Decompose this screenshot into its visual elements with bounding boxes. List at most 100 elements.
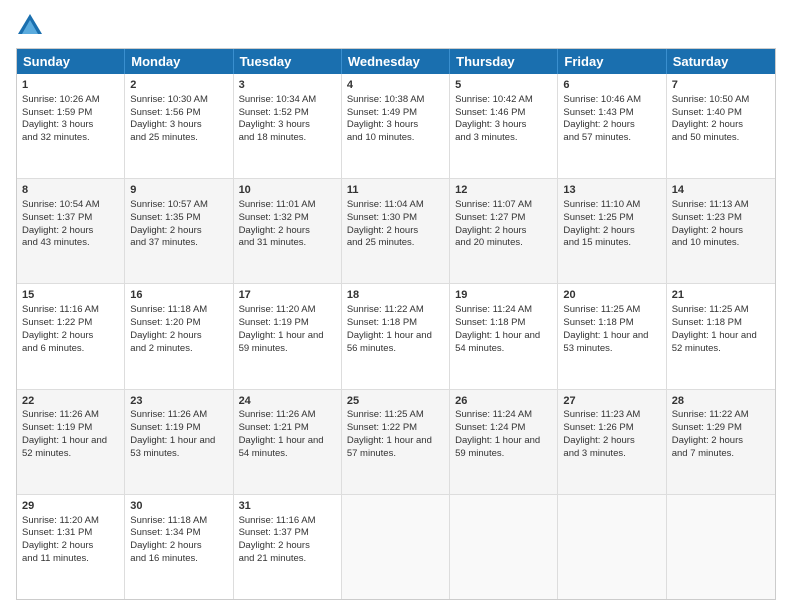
day-info-line: Daylight: 3 hours bbox=[22, 119, 119, 132]
day-info-line: Sunrise: 11:23 AM bbox=[563, 409, 660, 422]
cal-header-saturday: Saturday bbox=[667, 49, 775, 74]
day-info-line: Sunrise: 11:01 AM bbox=[239, 199, 336, 212]
day-info-line: Sunset: 1:52 PM bbox=[239, 107, 336, 120]
day-info-line: Sunset: 1:37 PM bbox=[239, 527, 336, 540]
day-info-line: Sunset: 1:49 PM bbox=[347, 107, 444, 120]
day-info-line: Sunset: 1:22 PM bbox=[22, 317, 119, 330]
cal-cell: 10Sunrise: 11:01 AMSunset: 1:32 PMDaylig… bbox=[234, 179, 342, 283]
day-info-line: 56 minutes. bbox=[347, 343, 444, 356]
day-info-line: Sunset: 1:19 PM bbox=[130, 422, 227, 435]
cal-cell: 15Sunrise: 11:16 AMSunset: 1:22 PMDaylig… bbox=[17, 284, 125, 388]
day-number: 9 bbox=[130, 183, 227, 198]
cal-cell: 20Sunrise: 11:25 AMSunset: 1:18 PMDaylig… bbox=[558, 284, 666, 388]
cal-cell: 16Sunrise: 11:18 AMSunset: 1:20 PMDaylig… bbox=[125, 284, 233, 388]
day-info-line: Sunset: 1:18 PM bbox=[672, 317, 770, 330]
cal-cell bbox=[667, 495, 775, 599]
day-number: 24 bbox=[239, 394, 336, 409]
day-info-line: Daylight: 3 hours bbox=[239, 119, 336, 132]
day-info-line: Sunrise: 11:22 AM bbox=[672, 409, 770, 422]
cal-header-monday: Monday bbox=[125, 49, 233, 74]
cal-cell: 27Sunrise: 11:23 AMSunset: 1:26 PMDaylig… bbox=[558, 390, 666, 494]
day-info-line: 57 minutes. bbox=[347, 448, 444, 461]
day-number: 20 bbox=[563, 288, 660, 303]
day-info-line: and 32 minutes. bbox=[22, 132, 119, 145]
day-number: 21 bbox=[672, 288, 770, 303]
day-info-line: 54 minutes. bbox=[455, 343, 552, 356]
day-info-line: Daylight: 1 hour and bbox=[672, 330, 770, 343]
day-info-line: Sunrise: 11:18 AM bbox=[130, 515, 227, 528]
day-info-line: Daylight: 2 hours bbox=[22, 330, 119, 343]
day-info-line: and 37 minutes. bbox=[130, 237, 227, 250]
day-info-line: Daylight: 1 hour and bbox=[455, 435, 552, 448]
day-info-line: Daylight: 2 hours bbox=[455, 225, 552, 238]
day-info-line: 52 minutes. bbox=[672, 343, 770, 356]
day-info-line: Sunset: 1:23 PM bbox=[672, 212, 770, 225]
cal-cell: 18Sunrise: 11:22 AMSunset: 1:18 PMDaylig… bbox=[342, 284, 450, 388]
day-info-line: Sunset: 1:59 PM bbox=[22, 107, 119, 120]
day-info-line: Daylight: 2 hours bbox=[563, 119, 660, 132]
cal-header-sunday: Sunday bbox=[17, 49, 125, 74]
cal-cell bbox=[450, 495, 558, 599]
day-info-line: Daylight: 1 hour and bbox=[22, 435, 119, 448]
cal-cell: 24Sunrise: 11:26 AMSunset: 1:21 PMDaylig… bbox=[234, 390, 342, 494]
logo-icon bbox=[16, 12, 44, 40]
cal-cell: 17Sunrise: 11:20 AMSunset: 1:19 PMDaylig… bbox=[234, 284, 342, 388]
cal-cell: 5Sunrise: 10:42 AMSunset: 1:46 PMDayligh… bbox=[450, 74, 558, 178]
day-info-line: Sunrise: 11:26 AM bbox=[239, 409, 336, 422]
day-info-line: Sunrise: 11:10 AM bbox=[563, 199, 660, 212]
day-info-line: and 25 minutes. bbox=[130, 132, 227, 145]
day-info-line: Daylight: 2 hours bbox=[22, 540, 119, 553]
day-number: 13 bbox=[563, 183, 660, 198]
day-info-line: Daylight: 2 hours bbox=[672, 119, 770, 132]
day-info-line: Sunset: 1:22 PM bbox=[347, 422, 444, 435]
day-info-line: Sunrise: 11:25 AM bbox=[563, 304, 660, 317]
day-info-line: Sunset: 1:32 PM bbox=[239, 212, 336, 225]
cal-cell bbox=[342, 495, 450, 599]
day-info-line: Sunset: 1:26 PM bbox=[563, 422, 660, 435]
day-info-line: Sunrise: 11:13 AM bbox=[672, 199, 770, 212]
cal-cell: 11Sunrise: 11:04 AMSunset: 1:30 PMDaylig… bbox=[342, 179, 450, 283]
day-number: 19 bbox=[455, 288, 552, 303]
day-info-line: Daylight: 2 hours bbox=[239, 225, 336, 238]
day-info-line: Sunset: 1:20 PM bbox=[130, 317, 227, 330]
day-number: 6 bbox=[563, 78, 660, 93]
cal-week-3: 15Sunrise: 11:16 AMSunset: 1:22 PMDaylig… bbox=[17, 284, 775, 389]
day-info-line: Sunset: 1:35 PM bbox=[130, 212, 227, 225]
day-info-line: Daylight: 1 hour and bbox=[347, 435, 444, 448]
day-info-line: Daylight: 1 hour and bbox=[455, 330, 552, 343]
cal-cell: 9Sunrise: 10:57 AMSunset: 1:35 PMDayligh… bbox=[125, 179, 233, 283]
day-info-line: Daylight: 1 hour and bbox=[347, 330, 444, 343]
day-info-line: Daylight: 3 hours bbox=[130, 119, 227, 132]
cal-header-thursday: Thursday bbox=[450, 49, 558, 74]
cal-cell: 7Sunrise: 10:50 AMSunset: 1:40 PMDayligh… bbox=[667, 74, 775, 178]
day-info-line: Daylight: 1 hour and bbox=[239, 435, 336, 448]
day-info-line: Sunset: 1:27 PM bbox=[455, 212, 552, 225]
cal-cell: 21Sunrise: 11:25 AMSunset: 1:18 PMDaylig… bbox=[667, 284, 775, 388]
day-info-line: Sunrise: 11:07 AM bbox=[455, 199, 552, 212]
day-info-line: and 25 minutes. bbox=[347, 237, 444, 250]
cal-cell: 4Sunrise: 10:38 AMSunset: 1:49 PMDayligh… bbox=[342, 74, 450, 178]
day-number: 4 bbox=[347, 78, 444, 93]
day-number: 29 bbox=[22, 499, 119, 514]
day-info-line: Sunrise: 10:57 AM bbox=[130, 199, 227, 212]
day-number: 16 bbox=[130, 288, 227, 303]
day-info-line: Sunrise: 10:42 AM bbox=[455, 94, 552, 107]
day-info-line: Sunrise: 10:54 AM bbox=[22, 199, 119, 212]
day-info-line: Sunset: 1:34 PM bbox=[130, 527, 227, 540]
day-info-line: and 10 minutes. bbox=[672, 237, 770, 250]
day-info-line: Sunset: 1:18 PM bbox=[455, 317, 552, 330]
day-info-line: Sunset: 1:30 PM bbox=[347, 212, 444, 225]
cal-cell: 14Sunrise: 11:13 AMSunset: 1:23 PMDaylig… bbox=[667, 179, 775, 283]
day-info-line: Sunset: 1:37 PM bbox=[22, 212, 119, 225]
day-info-line: Sunrise: 11:25 AM bbox=[672, 304, 770, 317]
cal-cell: 2Sunrise: 10:30 AMSunset: 1:56 PMDayligh… bbox=[125, 74, 233, 178]
day-info-line: Daylight: 2 hours bbox=[130, 225, 227, 238]
day-info-line: Sunrise: 11:22 AM bbox=[347, 304, 444, 317]
day-info-line: and 15 minutes. bbox=[563, 237, 660, 250]
day-info-line: 53 minutes. bbox=[130, 448, 227, 461]
day-info-line: Sunset: 1:56 PM bbox=[130, 107, 227, 120]
day-info-line: Sunset: 1:19 PM bbox=[239, 317, 336, 330]
day-number: 5 bbox=[455, 78, 552, 93]
day-info-line: 52 minutes. bbox=[22, 448, 119, 461]
day-number: 25 bbox=[347, 394, 444, 409]
